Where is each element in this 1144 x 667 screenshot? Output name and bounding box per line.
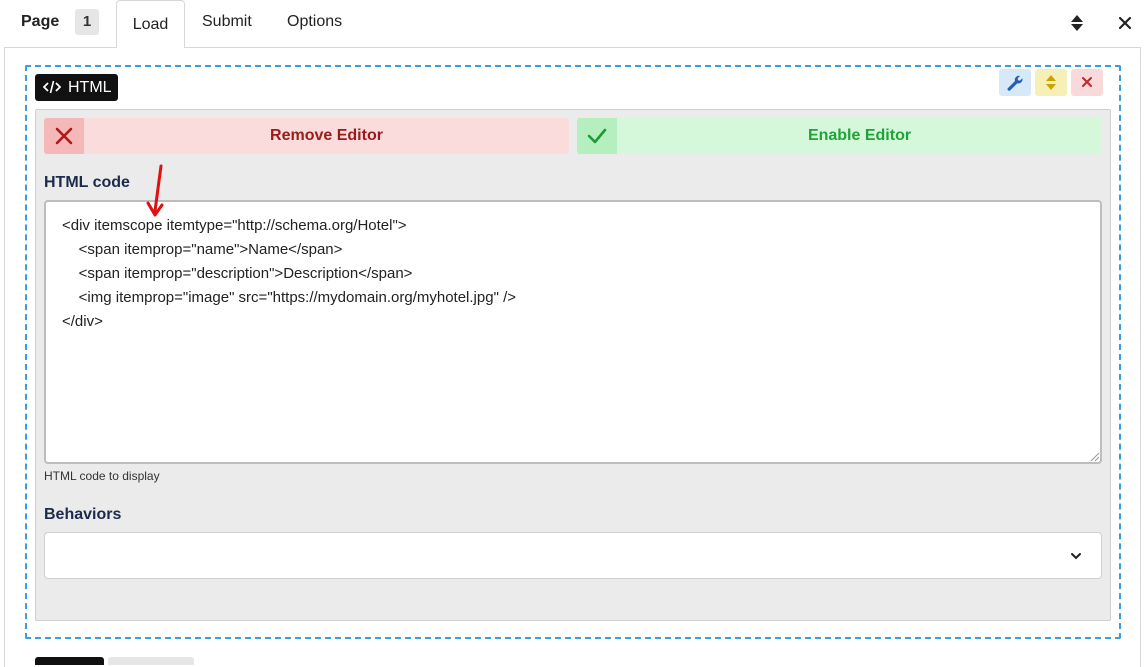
move-icon — [1046, 75, 1056, 90]
resize-handle-icon[interactable] — [1088, 450, 1100, 462]
tab-submit[interactable]: Submit — [202, 13, 252, 31]
move-component-button[interactable] — [1035, 69, 1067, 96]
delete-icon — [1082, 77, 1092, 87]
annotation-arrow-icon — [146, 164, 164, 217]
page-label: Page — [21, 13, 60, 30]
next-component-badge — [35, 657, 104, 665]
tab-load[interactable]: Load — [116, 0, 185, 48]
check-icon — [587, 128, 607, 144]
code-icon — [43, 80, 61, 94]
behaviors-select[interactable] — [44, 532, 1102, 579]
html-code-textarea[interactable]: <div itemscope itemtype="http://schema.o… — [44, 200, 1102, 464]
remove-editor-button[interactable]: Remove Editor — [44, 118, 569, 154]
edit-component-button[interactable] — [999, 69, 1031, 96]
html-code-hint: HTML code to display — [44, 469, 160, 483]
top-bar: Page 1 Load Submit Options — [0, 0, 1144, 48]
wrench-icon — [1007, 75, 1023, 91]
chevron-down-icon — [1071, 553, 1081, 560]
close-icon — [55, 127, 73, 145]
delete-component-button[interactable] — [1071, 69, 1103, 96]
next-component-tools — [108, 657, 194, 665]
remove-editor-label: Remove Editor — [270, 127, 383, 144]
enable-editor-label: Enable Editor — [807, 127, 912, 144]
behaviors-label: Behaviors — [44, 506, 122, 523]
component-type-badge: HTML — [35, 74, 118, 101]
page-number-badge[interactable]: 1 — [75, 9, 99, 35]
html-code-label: HTML code — [44, 174, 130, 191]
component-type-label: HTML — [68, 79, 112, 96]
close-icon[interactable] — [1117, 14, 1133, 32]
enable-editor-button[interactable]: Enable Editor — [577, 118, 1102, 154]
tab-options[interactable]: Options — [287, 13, 342, 31]
sort-icon[interactable] — [1069, 14, 1085, 32]
